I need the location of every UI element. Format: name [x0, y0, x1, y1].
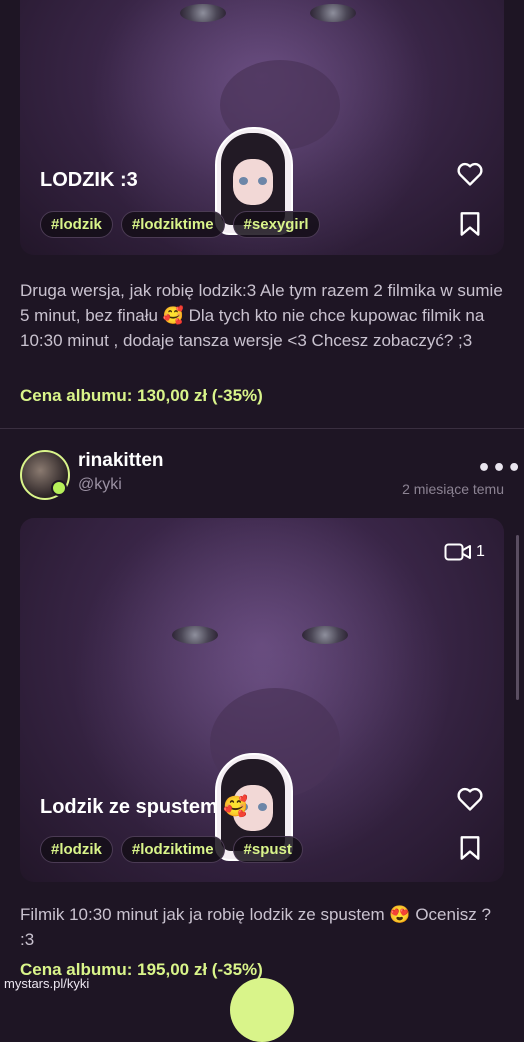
- tag-chip[interactable]: #lodziktime: [120, 211, 225, 238]
- tag-chip[interactable]: #lodziktime: [120, 836, 225, 863]
- author-name[interactable]: rinakitten: [78, 450, 164, 472]
- tag-list: #lodzik #lodziktime #spust: [40, 836, 303, 863]
- media-count-value: 1: [476, 543, 485, 560]
- heart-icon: [457, 787, 483, 811]
- author-handle[interactable]: @kyki: [78, 476, 122, 494]
- post-media-card[interactable]: Lodzik ze spustem 🥰 #lodzik #lodziktime …: [20, 518, 504, 882]
- post-divider: [0, 428, 524, 429]
- heart-icon: [457, 162, 483, 186]
- tag-chip[interactable]: #spust: [232, 836, 303, 863]
- post-timestamp: 2 miesiące temu: [402, 481, 504, 497]
- bookmark-icon: [460, 212, 480, 236]
- bookmark-button[interactable]: [455, 209, 485, 239]
- floating-action-button[interactable]: [230, 978, 294, 1042]
- scrollbar[interactable]: [516, 535, 519, 700]
- tag-chip[interactable]: #lodzik: [40, 211, 113, 238]
- post-description: Druga wersja, jak robię lodzik:3 Ale tym…: [20, 281, 503, 350]
- photo-detail: [302, 626, 348, 644]
- online-indicator: [51, 480, 67, 496]
- like-button[interactable]: [455, 784, 485, 814]
- post-description: Filmik 10:30 minut jak ja robię lodzik z…: [20, 905, 491, 949]
- more-dots-icon: •••: [477, 456, 523, 481]
- tag-chip[interactable]: #sexygirl: [232, 211, 320, 238]
- tag-chip[interactable]: #lodzik: [40, 836, 113, 863]
- album-price: Cena albumu: 130,00 zł (-35%): [20, 386, 263, 405]
- bookmark-icon: [460, 836, 480, 860]
- like-button[interactable]: [455, 159, 485, 189]
- post-title: Lodzik ze spustem 🥰: [40, 796, 249, 818]
- media-count: 1: [444, 542, 485, 562]
- more-options-button[interactable]: •••: [477, 456, 522, 481]
- photo-detail: [172, 626, 218, 644]
- tag-list: #lodzik #lodziktime #sexygirl: [40, 211, 320, 238]
- photo-detail: [310, 4, 356, 22]
- footer-url: mystars.pl/kyki: [4, 976, 90, 991]
- bookmark-button[interactable]: [455, 833, 485, 863]
- video-icon: [444, 543, 471, 561]
- photo-detail: [180, 4, 226, 22]
- post-title: LODZIK :3: [40, 169, 138, 191]
- post-media-card[interactable]: LODZIK :3 #lodzik #lodziktime #sexygirl: [20, 0, 504, 255]
